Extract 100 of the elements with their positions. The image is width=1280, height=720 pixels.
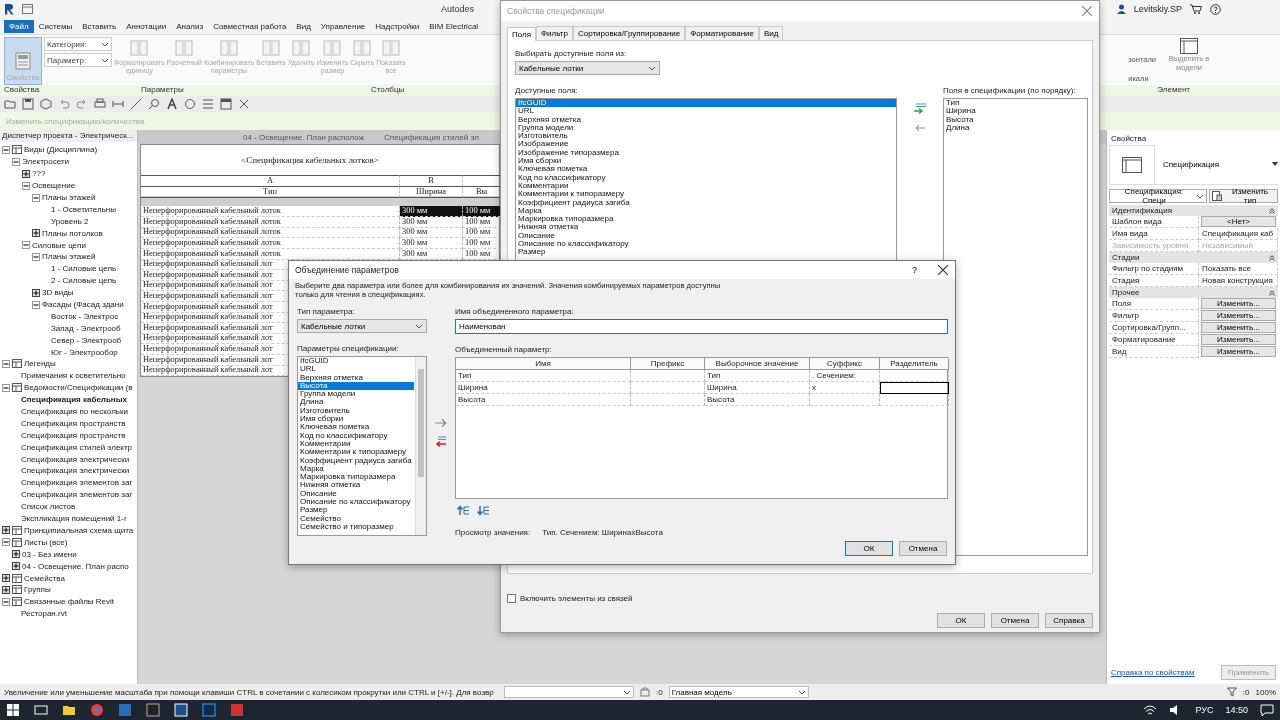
remove-parameter-icon[interactable]	[434, 435, 448, 447]
dialog-button[interactable]: Справка	[1045, 613, 1093, 628]
dimension-icon[interactable]	[112, 98, 124, 110]
clock[interactable]: 14:50	[1225, 705, 1248, 715]
tree-item[interactable]: Ведомости/Спецификации (в	[24, 383, 133, 393]
help-link[interactable]: Справка по свойствам	[1111, 668, 1195, 677]
tree-item[interactable]: Планы этажей	[42, 193, 96, 202]
ribbon-tab[interactable]: Совместная работа	[208, 19, 292, 33]
ribbon-tab[interactable]: Вид	[291, 19, 316, 33]
tree-item[interactable]: Связанные файлы Revit	[24, 597, 114, 607]
collapse-icon[interactable]	[2, 145, 10, 154]
tree-item[interactable]: Фасады (Фасад здани	[42, 300, 124, 309]
list-item[interactable]: Код по классификатору	[298, 431, 414, 440]
move-up-icon[interactable]	[457, 505, 469, 516]
collapse-icon[interactable]	[1269, 254, 1275, 261]
dialog-tab[interactable]: Сортировка/Группирование	[572, 26, 686, 40]
empty-cell[interactable]	[880, 370, 949, 382]
tree-item[interactable]: Спецификация электрически	[21, 466, 130, 476]
list-item[interactable]: Длина	[944, 123, 1087, 133]
notification-icon[interactable]	[1260, 703, 1274, 717]
list-item[interactable]: Комментарии	[516, 181, 896, 191]
tree-item[interactable]: Примечания к осветительно	[21, 371, 126, 381]
tree-item[interactable]: Планы этажей	[42, 252, 96, 262]
workset-icon[interactable]	[640, 687, 650, 697]
list-item[interactable]: IfcGUID	[516, 99, 896, 108]
tree-item[interactable]: Виды (Дисциплина)	[24, 145, 98, 155]
edit-button[interactable]: Изменить...	[1201, 298, 1276, 309]
tree-item[interactable]: Спецификация элементов заг	[21, 478, 133, 488]
ribbon-tab[interactable]: Вставить	[77, 19, 122, 33]
tree-item[interactable]: 2 - Силовые цепь	[51, 276, 117, 286]
list-item[interactable]: Ключевая пометка	[298, 423, 414, 432]
window-icon[interactable]	[220, 98, 232, 110]
parameter-dropdown[interactable]: Параметр:	[44, 53, 112, 67]
tree-item[interactable]: Север - Электрооб	[51, 335, 122, 345]
collapse-icon[interactable]	[2, 383, 10, 392]
list-item[interactable]: Высота	[944, 115, 1087, 124]
app-icon[interactable]	[118, 703, 132, 717]
list-item[interactable]: Комментарии к типоразмеру	[298, 448, 414, 457]
list-item[interactable]: Марка	[516, 206, 896, 216]
list-item[interactable]: Изготовитель	[298, 406, 414, 416]
tree-item[interactable]: Восток - Электрос	[51, 311, 119, 321]
list-item[interactable]: Группа модели	[516, 123, 896, 133]
list-item[interactable]: Размер	[516, 248, 896, 257]
selected-cell[interactable]	[880, 382, 949, 394]
tree-item[interactable]: Спецификация пространств	[21, 430, 126, 440]
folder-icon[interactable]	[62, 703, 76, 717]
edit-button[interactable]: Изменить...	[1201, 346, 1276, 357]
scrollbar-thumb[interactable]	[418, 369, 424, 477]
expand-icon[interactable]	[2, 585, 10, 594]
collapse-icon[interactable]	[12, 157, 20, 166]
print-icon[interactable]	[94, 98, 106, 110]
tree-item[interactable]: 1 - Осветительны	[51, 204, 117, 214]
list-item[interactable]: Ключевая пометка	[516, 165, 896, 174]
add-parameter-icon[interactable]	[434, 417, 448, 429]
tree-item[interactable]: Уровень 2	[51, 216, 89, 226]
collapse-icon[interactable]	[1269, 289, 1275, 296]
property-value[interactable]: Спецификация каб	[1199, 228, 1278, 240]
cart-icon[interactable]	[1190, 4, 1202, 14]
list-item[interactable]: Размер	[298, 506, 414, 515]
dialog-button[interactable]: ОК	[845, 541, 893, 556]
tree-item[interactable]: Силовые цепи	[32, 240, 86, 250]
collapse-icon[interactable]	[32, 252, 40, 261]
app-icon[interactable]	[146, 703, 160, 717]
undo-icon[interactable]	[58, 98, 70, 110]
tree-item[interactable]: Спецификация элементов заг	[21, 490, 133, 500]
edit-button[interactable]: Изменить...	[1201, 310, 1276, 321]
dialog-tab[interactable]: Фильтр	[536, 26, 573, 40]
model-dropdown[interactable]: Главная модель	[668, 686, 809, 698]
list-item[interactable]: Код по классификатору	[516, 173, 896, 182]
dialog-button[interactable]: ОК	[937, 613, 985, 628]
text-icon[interactable]	[166, 98, 178, 110]
expand-icon[interactable]	[12, 550, 20, 559]
list-item[interactable]: Описание по классификатору	[516, 240, 896, 249]
tree-item[interactable]: Спецификация стилей электр	[21, 442, 133, 452]
redo-icon[interactable]	[76, 98, 88, 110]
tree-item[interactable]: Запад - Электрооб	[51, 323, 121, 333]
list-item[interactable]: Имя сборки	[516, 157, 896, 166]
remove-field-icon[interactable]	[913, 122, 927, 134]
expand-icon[interactable]	[12, 562, 20, 571]
ribbon-tab[interactable]: Надстройки	[370, 19, 425, 33]
empty-cell[interactable]	[880, 394, 949, 406]
list-item[interactable]: Описание	[516, 231, 896, 241]
dialog-button[interactable]: Отмена	[991, 613, 1039, 628]
tree-item[interactable]: Принципиальная схема щита	[24, 525, 134, 535]
collapse-icon[interactable]	[32, 300, 40, 309]
expand-icon[interactable]	[32, 229, 40, 238]
group-header[interactable]: Стадии	[1112, 253, 1140, 262]
group-header[interactable]: Прочее	[1112, 288, 1140, 297]
ribbon-tab[interactable]: BIM Electrical	[424, 19, 484, 33]
tree-item[interactable]: 03 - Без имени	[22, 549, 77, 559]
list-item[interactable]: Семейство	[298, 514, 414, 523]
collapse-icon[interactable]	[2, 597, 10, 606]
list-item[interactable]: Группа модели	[298, 390, 414, 399]
list-item[interactable]: Нижняя отметка	[298, 481, 414, 490]
list-item[interactable]: Семейство и типоразмер	[298, 522, 414, 532]
list-item[interactable]: Длина	[298, 398, 414, 407]
list-item[interactable]: Коэффициент радиуса загиба	[516, 198, 896, 207]
collapse-icon[interactable]	[22, 181, 30, 190]
tree-item[interactable]: Легенды	[24, 359, 56, 369]
start-icon[interactable]	[6, 703, 20, 717]
